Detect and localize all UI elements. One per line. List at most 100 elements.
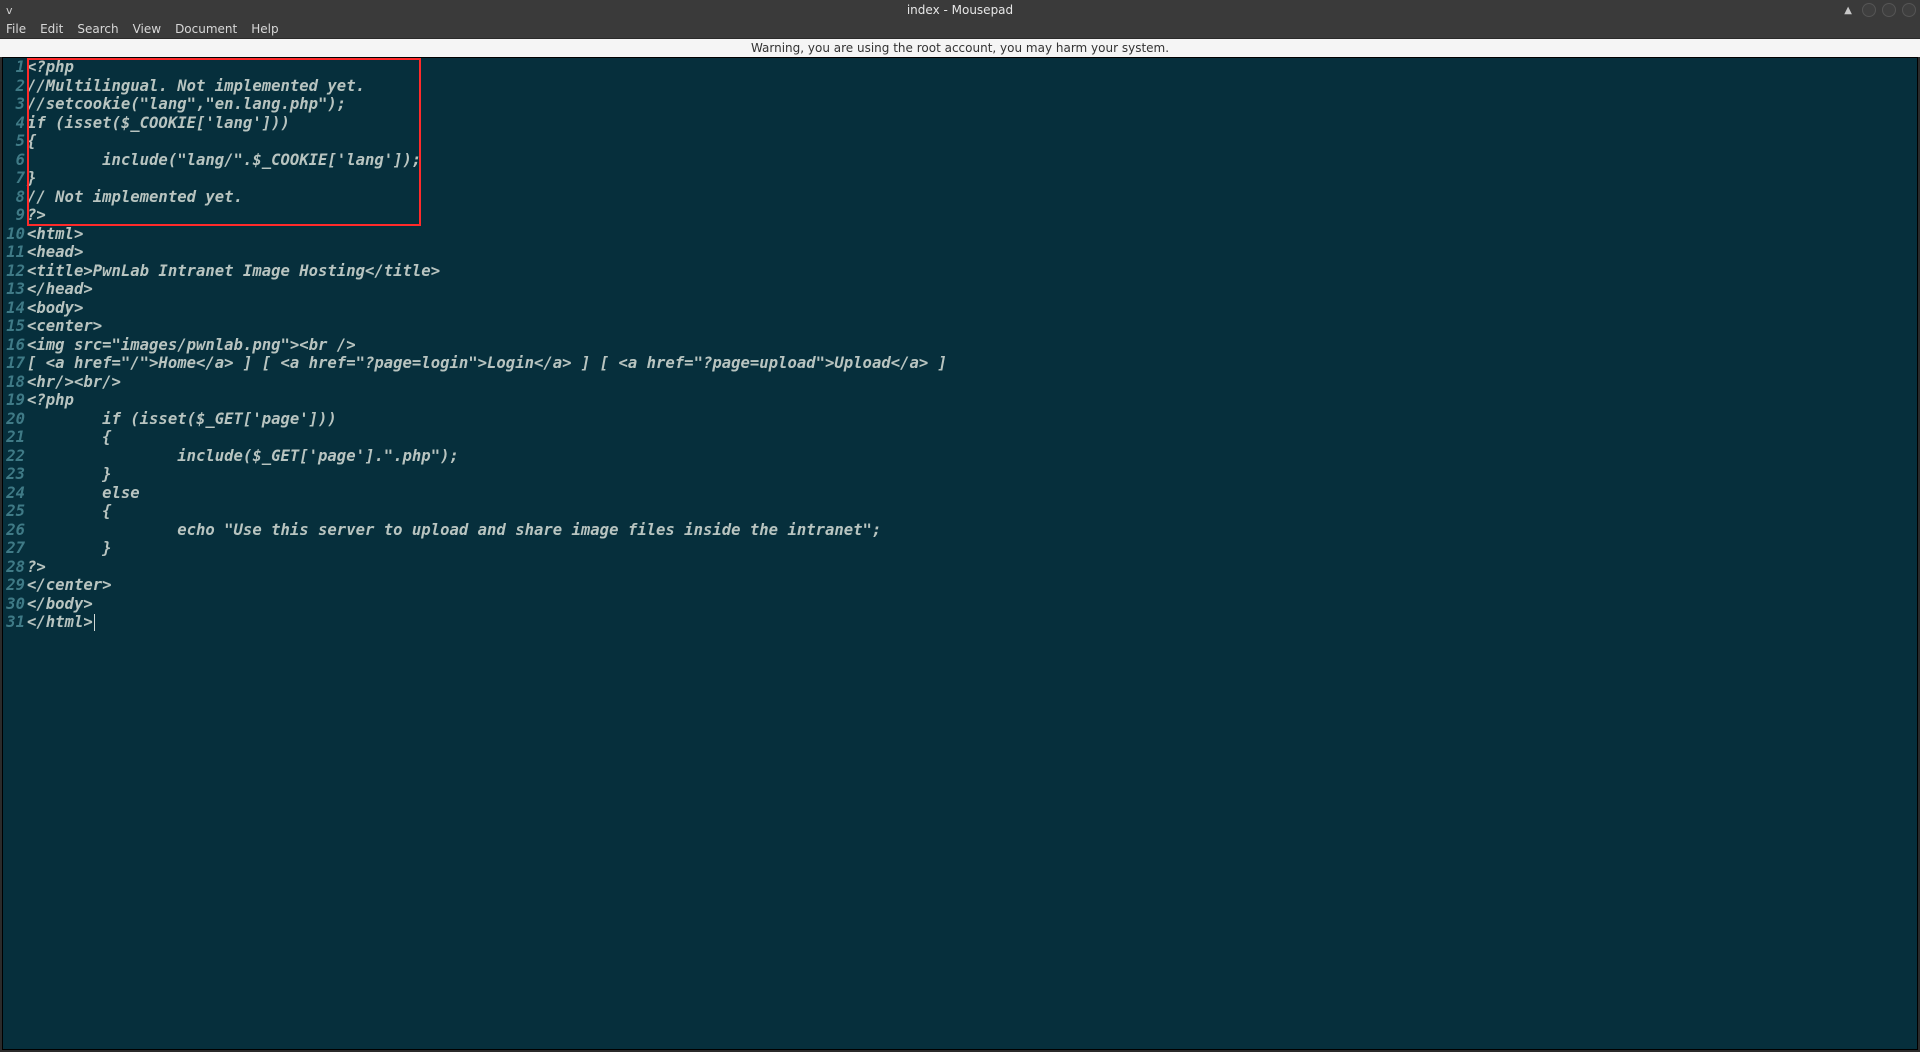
code-text[interactable]: } (27, 539, 1917, 558)
code-text[interactable]: <?php (27, 58, 1917, 77)
code-line[interactable]: 5{ (3, 132, 1917, 151)
line-number: 28 (3, 558, 27, 577)
window-title: index - Mousepad (907, 3, 1013, 17)
code-text[interactable]: { (27, 502, 1917, 521)
code-line[interactable]: 26 echo "Use this server to upload and s… (3, 521, 1917, 540)
line-number: 24 (3, 484, 27, 503)
tray-icon[interactable]: ▲ (1844, 5, 1856, 16)
code-text[interactable]: </center> (27, 576, 1917, 595)
close-button[interactable] (1902, 3, 1916, 17)
line-number: 15 (3, 317, 27, 336)
code-text[interactable]: { (27, 428, 1917, 447)
code-text[interactable]: <center> (27, 317, 1917, 336)
code-line[interactable]: 6 include("lang/".$_COOKIE['lang']); (3, 151, 1917, 170)
maximize-button[interactable] (1882, 3, 1896, 17)
code-text[interactable]: { (27, 132, 1917, 151)
line-number: 8 (3, 188, 27, 207)
code-line[interactable]: 10<html> (3, 225, 1917, 244)
line-number: 25 (3, 502, 27, 521)
line-number: 22 (3, 447, 27, 466)
minimize-button[interactable] (1862, 3, 1876, 17)
code-text[interactable]: } (27, 465, 1917, 484)
code-text[interactable]: // Not implemented yet. (27, 188, 1917, 207)
code-line[interactable]: 25 { (3, 502, 1917, 521)
code-line[interactable]: 18<hr/><br/> (3, 373, 1917, 392)
code-text[interactable]: <?php (27, 391, 1917, 410)
code-line[interactable]: 21 { (3, 428, 1917, 447)
text-cursor (94, 614, 95, 631)
line-number: 5 (3, 132, 27, 151)
code-line[interactable]: 7} (3, 169, 1917, 188)
code-text[interactable]: include($_GET['page'].".php"); (27, 447, 1917, 466)
code-line[interactable]: 13</head> (3, 280, 1917, 299)
code-line[interactable]: 31</html> (3, 613, 1917, 632)
code-text[interactable]: <hr/><br/> (27, 373, 1917, 392)
titlebar: v index - Mousepad ▲ (0, 0, 1920, 20)
line-number: 21 (3, 428, 27, 447)
code-line[interactable]: 22 include($_GET['page'].".php"); (3, 447, 1917, 466)
line-number: 3 (3, 95, 27, 114)
code-text[interactable]: ?> (27, 206, 1917, 225)
code-line[interactable]: 14<body> (3, 299, 1917, 318)
window-menu-icon[interactable]: v (0, 4, 19, 17)
line-number: 17 (3, 354, 27, 373)
code-line[interactable]: 28?> (3, 558, 1917, 577)
code-text[interactable]: echo "Use this server to upload and shar… (27, 521, 1917, 540)
menu-edit[interactable]: Edit (40, 22, 63, 36)
code-line[interactable]: 4if (isset($_COOKIE['lang'])) (3, 114, 1917, 133)
menu-search[interactable]: Search (77, 22, 118, 36)
code-text[interactable]: if (isset($_COOKIE['lang'])) (27, 114, 1917, 133)
line-number: 11 (3, 243, 27, 262)
code-text[interactable]: <body> (27, 299, 1917, 318)
code-line[interactable]: 17[ <a href="/">Home</a> ] [ <a href="?p… (3, 354, 1917, 373)
code-line[interactable]: 1<?php (3, 58, 1917, 77)
line-number: 30 (3, 595, 27, 614)
line-number: 7 (3, 169, 27, 188)
code-text[interactable]: <title>PwnLab Intranet Image Hosting</ti… (27, 262, 1917, 281)
code-line[interactable]: 20 if (isset($_GET['page'])) (3, 410, 1917, 429)
code-line[interactable]: 29</center> (3, 576, 1917, 595)
code-line[interactable]: 3//setcookie("lang","en.lang.php"); (3, 95, 1917, 114)
code-line[interactable]: 9?> (3, 206, 1917, 225)
menu-view[interactable]: View (133, 22, 161, 36)
code-line[interactable]: 2//Multilingual. Not implemented yet. (3, 77, 1917, 96)
line-number: 31 (3, 613, 27, 632)
line-number: 16 (3, 336, 27, 355)
menubar: File Edit Search View Document Help (0, 20, 1920, 39)
code-text[interactable]: <html> (27, 225, 1917, 244)
code-text[interactable]: //setcookie("lang","en.lang.php"); (27, 95, 1917, 114)
menu-document[interactable]: Document (175, 22, 237, 36)
code-text[interactable]: [ <a href="/">Home</a> ] [ <a href="?pag… (27, 354, 1917, 373)
code-line[interactable]: 24 else (3, 484, 1917, 503)
code-line[interactable]: 27 } (3, 539, 1917, 558)
line-number: 10 (3, 225, 27, 244)
line-number: 13 (3, 280, 27, 299)
code-line[interactable]: 19<?php (3, 391, 1917, 410)
code-line[interactable]: 23 } (3, 465, 1917, 484)
line-number: 12 (3, 262, 27, 281)
code-text[interactable]: } (27, 169, 1917, 188)
menu-file[interactable]: File (6, 22, 26, 36)
code-line[interactable]: 11<head> (3, 243, 1917, 262)
code-text[interactable]: <head> (27, 243, 1917, 262)
line-number: 29 (3, 576, 27, 595)
code-text[interactable]: else (27, 484, 1917, 503)
code-line[interactable]: 12<title>PwnLab Intranet Image Hosting</… (3, 262, 1917, 281)
code-text[interactable]: if (isset($_GET['page'])) (27, 410, 1917, 429)
code-text[interactable]: ?> (27, 558, 1917, 577)
code-text[interactable]: <img src="images/pwnlab.png"><br /> (27, 336, 1917, 355)
code-line[interactable]: 16<img src="images/pwnlab.png"><br /> (3, 336, 1917, 355)
code-line[interactable]: 30</body> (3, 595, 1917, 614)
warning-text: Warning, you are using the root account,… (751, 41, 1169, 55)
code-line[interactable]: 15<center> (3, 317, 1917, 336)
code-text[interactable]: include("lang/".$_COOKIE['lang']); (27, 151, 1917, 170)
menu-help[interactable]: Help (251, 22, 278, 36)
code-text[interactable]: </head> (27, 280, 1917, 299)
code-text[interactable]: //Multilingual. Not implemented yet. (27, 77, 1917, 96)
code-text[interactable]: </html> (27, 613, 1917, 632)
editor-area[interactable]: 1<?php2//Multilingual. Not implemented y… (2, 57, 1918, 1050)
code-line[interactable]: 8// Not implemented yet. (3, 188, 1917, 207)
line-number: 27 (3, 539, 27, 558)
line-number: 23 (3, 465, 27, 484)
code-text[interactable]: </body> (27, 595, 1917, 614)
